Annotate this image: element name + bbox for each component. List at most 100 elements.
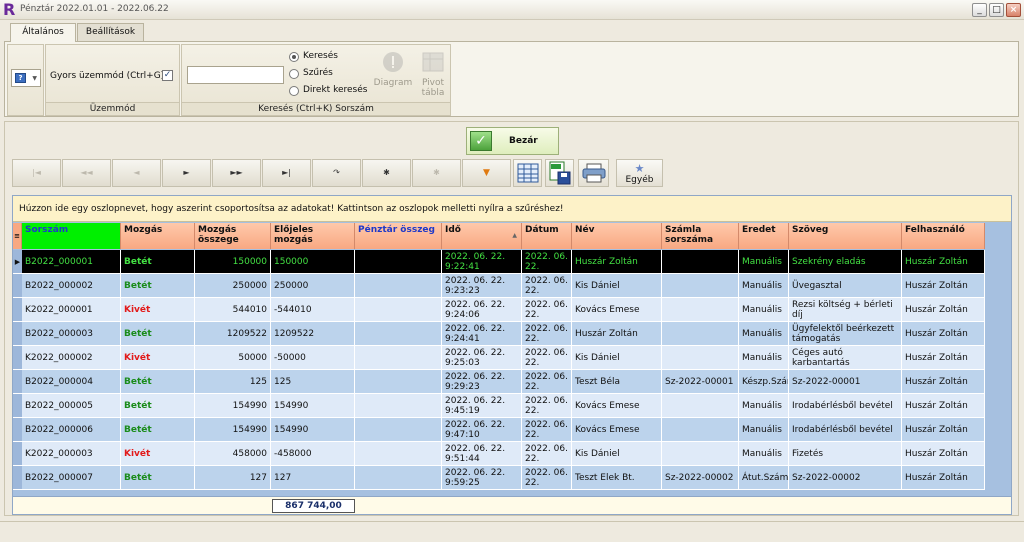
row-indicator[interactable] (13, 370, 22, 394)
table-row[interactable]: B2022_000003 Betét 1209522 1209522 2022. 06.… (13, 322, 985, 346)
header-ido[interactable]: Idő ▲ (442, 223, 522, 249)
filter-button[interactable]: ▼ (462, 159, 511, 187)
cell-mozgas[interactable]: Kivét (121, 442, 195, 466)
cell-mozgas[interactable]: Betét (121, 394, 195, 418)
header-sorszam[interactable]: Sorszám (22, 223, 121, 249)
cell-ido[interactable]: 2022. 06. 22. 9:29:23 (442, 370, 522, 394)
cell-eredet[interactable]: Manuális (739, 274, 789, 298)
cell-szamla[interactable] (662, 322, 739, 346)
table-row[interactable]: K2022_000001 Kivét 544010 -544010 2022. 06. … (13, 298, 985, 322)
cell-sorszam[interactable]: B2022_000006 (22, 418, 121, 442)
cell-datum[interactable]: 2022. 06. 22. (522, 442, 572, 466)
nav-first-button[interactable]: |◄ (12, 159, 61, 187)
cell-ido[interactable]: 2022. 06. 22. 9:51:44 (442, 442, 522, 466)
refresh-button[interactable]: ↷ (312, 159, 361, 187)
cell-penztar[interactable] (355, 418, 442, 442)
radio-filter[interactable] (289, 69, 299, 79)
cell-mozgas[interactable]: Betét (121, 274, 195, 298)
cell-felhasznalo[interactable]: Huszár Zoltán (902, 442, 985, 466)
cell-szamla[interactable]: Sz-2022-00002 (662, 466, 739, 490)
close-window-button[interactable]: × (1006, 3, 1021, 17)
cell-felhasznalo[interactable]: Huszár Zoltán (902, 322, 985, 346)
row-indicator[interactable] (13, 466, 22, 490)
row-indicator[interactable] (13, 298, 22, 322)
table-row[interactable]: K2022_000002 Kivét 50000 -50000 2022. 06. 22… (13, 346, 985, 370)
cell-sorszam[interactable]: B2022_000005 (22, 394, 121, 418)
cell-elojeles[interactable]: 125 (271, 370, 355, 394)
cell-eredet[interactable]: Manuális (739, 442, 789, 466)
grid-view-button[interactable] (513, 159, 542, 187)
row-indicator[interactable]: ▶ (13, 250, 22, 274)
cell-szoveg[interactable]: Szekrény eladás (789, 250, 902, 274)
table-row[interactable]: B2022_000002 Betét 250000 250000 2022. 06. 2… (13, 274, 985, 298)
cell-datum[interactable]: 2022. 06. 22. (522, 370, 572, 394)
cell-nev[interactable]: Kovács Emese (572, 394, 662, 418)
cell-szamla[interactable] (662, 346, 739, 370)
cell-szoveg[interactable]: Sz-2022-00001 (789, 370, 902, 394)
fast-mode-checkbox[interactable]: ✓ (162, 70, 173, 81)
cell-sorszam[interactable]: B2022_000007 (22, 466, 121, 490)
nav-next-button[interactable]: ► (162, 159, 211, 187)
header-felhasznalo[interactable]: Felhasználó (902, 223, 985, 249)
cell-eredet[interactable]: Manuális (739, 250, 789, 274)
header-elojeles-mozgas[interactable]: Előjeles mozgás (271, 223, 355, 249)
cell-elojeles[interactable]: 250000 (271, 274, 355, 298)
cell-mozgas[interactable]: Kivét (121, 298, 195, 322)
cell-sorszam[interactable]: B2022_000002 (22, 274, 121, 298)
cell-szamla[interactable] (662, 298, 739, 322)
row-indicator[interactable] (13, 322, 22, 346)
row-indicator[interactable] (13, 346, 22, 370)
cell-osszeg[interactable]: 150000 (195, 250, 271, 274)
cell-elojeles[interactable]: -50000 (271, 346, 355, 370)
cell-osszeg[interactable]: 154990 (195, 394, 271, 418)
cell-osszeg[interactable]: 125 (195, 370, 271, 394)
cell-eredet[interactable]: Manuális (739, 298, 789, 322)
maximize-button[interactable]: □ (989, 3, 1004, 17)
cell-penztar[interactable] (355, 322, 442, 346)
export-excel-button[interactable] (545, 159, 574, 187)
cell-penztar[interactable] (355, 298, 442, 322)
cell-penztar[interactable] (355, 442, 442, 466)
cell-nev[interactable]: Kovács Emese (572, 298, 662, 322)
cell-elojeles[interactable]: 150000 (271, 250, 355, 274)
cell-osszeg[interactable]: 127 (195, 466, 271, 490)
cell-elojeles[interactable]: 1209522 (271, 322, 355, 346)
cell-datum[interactable]: 2022. 06. 22. (522, 418, 572, 442)
cell-ido[interactable]: 2022. 06. 22. 9:59:25 (442, 466, 522, 490)
cell-szamla[interactable] (662, 442, 739, 466)
cell-penztar[interactable] (355, 394, 442, 418)
cell-szoveg[interactable]: Ügyfelektől beérkezett támogatás (789, 322, 902, 346)
minimize-button[interactable]: _ (972, 3, 987, 17)
cell-osszeg[interactable]: 458000 (195, 442, 271, 466)
table-row[interactable]: ▶ B2022_000001 Betét 150000 150000 2022. 06. … (13, 250, 985, 274)
cell-elojeles[interactable]: -458000 (271, 442, 355, 466)
cell-sorszam[interactable]: B2022_000003 (22, 322, 121, 346)
cell-sorszam[interactable]: K2022_000002 (22, 346, 121, 370)
cell-felhasznalo[interactable]: Huszár Zoltán (902, 250, 985, 274)
group-by-panel[interactable]: Húzzon ide egy oszlopnevet, hogy aszerin… (13, 196, 1011, 222)
cell-datum[interactable]: 2022. 06. 22. (522, 250, 572, 274)
cell-felhasznalo[interactable]: Huszár Zoltán (902, 274, 985, 298)
cell-datum[interactable]: 2022. 06. 22. (522, 322, 572, 346)
cell-nev[interactable]: Kovács Emese (572, 418, 662, 442)
cell-sorszam[interactable]: B2022_000004 (22, 370, 121, 394)
cell-elojeles[interactable]: 154990 (271, 418, 355, 442)
cell-nev[interactable]: Kis Dániel (572, 274, 662, 298)
cell-szoveg[interactable]: Sz-2022-00002 (789, 466, 902, 490)
header-nev[interactable]: Név (572, 223, 662, 249)
cell-szoveg[interactable]: Irodabérlésből bevétel (789, 418, 902, 442)
cell-ido[interactable]: 2022. 06. 22. 9:45:19 (442, 394, 522, 418)
cell-ido[interactable]: 2022. 06. 22. 9:24:06 (442, 298, 522, 322)
cell-penztar[interactable] (355, 250, 442, 274)
cell-szamla[interactable] (662, 274, 739, 298)
cell-felhasznalo[interactable]: Huszár Zoltán (902, 346, 985, 370)
table-row[interactable]: K2022_000003 Kivét 458000 -458000 2022. 06. … (13, 442, 985, 466)
cell-elojeles[interactable]: 127 (271, 466, 355, 490)
cell-szamla[interactable] (662, 418, 739, 442)
cell-datum[interactable]: 2022. 06. 22. (522, 346, 572, 370)
cell-datum[interactable]: 2022. 06. 22. (522, 298, 572, 322)
cell-mozgas[interactable]: Betét (121, 370, 195, 394)
cell-osszeg[interactable]: 154990 (195, 418, 271, 442)
cell-penztar[interactable] (355, 346, 442, 370)
table-row[interactable]: B2022_000005 Betét 154990 154990 2022. 06. 2… (13, 394, 985, 418)
